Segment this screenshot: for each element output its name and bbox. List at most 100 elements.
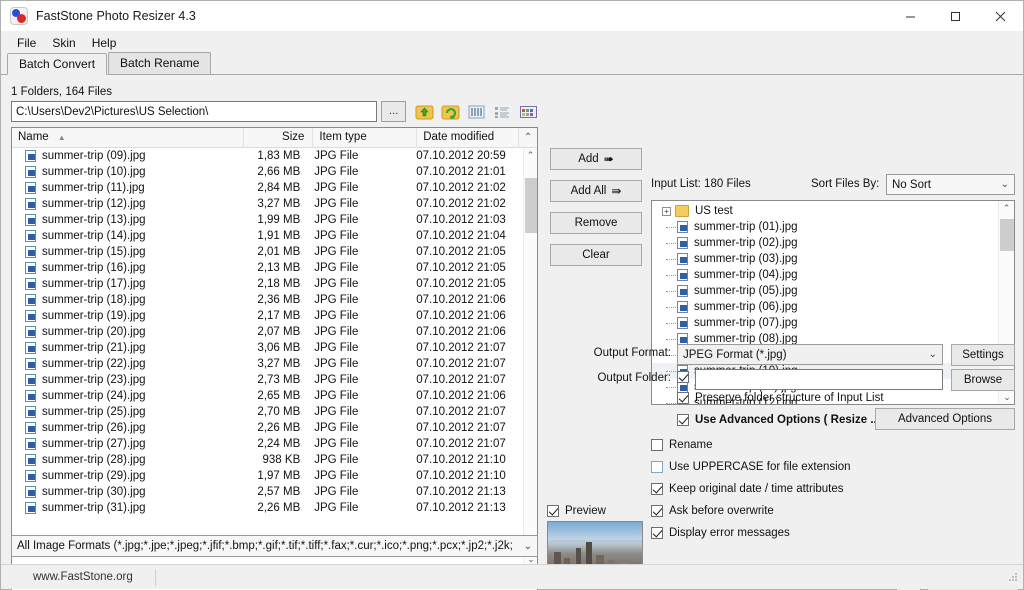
tree-item[interactable]: summer-trip (07).jpg	[652, 315, 998, 331]
preserve-structure-checkbox-row[interactable]: Preserve folder structure of Input List	[677, 392, 884, 404]
table-row[interactable]: summer-trip (11).jpg 2,84 MB JPG File 07.10…	[12, 180, 523, 196]
resize-grip-icon[interactable]	[1007, 571, 1019, 583]
table-row[interactable]: summer-trip (10).jpg 2,66 MB JPG File 07.10…	[12, 164, 523, 180]
folder-path-input[interactable]	[11, 101, 378, 122]
display-errors-checkbox[interactable]	[651, 527, 663, 539]
table-row[interactable]: summer-trip (09).jpg 1,83 MB JPG File 07.10…	[12, 148, 523, 164]
path-row: ...	[11, 101, 538, 122]
tab-batch-convert[interactable]: Batch Convert	[7, 53, 108, 75]
table-row[interactable]: summer-trip (13).jpg 1,99 MB JPG File 07.10…	[12, 212, 523, 228]
uppercase-checkbox-row[interactable]: Use UPPERCASE for file extension	[651, 461, 851, 473]
file-list-body[interactable]: summer-trip (09).jpg 1,83 MB JPG File 07.10…	[12, 148, 523, 566]
tree-expand-icon[interactable]: +	[662, 206, 671, 216]
tree-item[interactable]: summer-trip (06).jpg	[652, 299, 998, 315]
settings-button[interactable]: Settings	[951, 344, 1015, 366]
column-header-item-type[interactable]: Item type	[313, 127, 418, 148]
add-all-button[interactable]: Add All ⇛	[550, 180, 642, 202]
jpg-file-icon	[25, 326, 36, 338]
ask-overwrite-checkbox[interactable]	[651, 505, 663, 517]
menu-file[interactable]: File	[9, 34, 44, 52]
rename-checkbox[interactable]	[651, 439, 663, 451]
preview-checkbox[interactable]	[547, 505, 559, 517]
table-row[interactable]: summer-trip (17).jpg 2,18 MB JPG File 07.10…	[12, 276, 523, 292]
table-row[interactable]: summer-trip (14).jpg 1,91 MB JPG File 07.10…	[12, 228, 523, 244]
advanced-options-button[interactable]: Advanced Options	[875, 408, 1015, 430]
file-list-scroll-thumb[interactable]	[525, 178, 537, 233]
tree-item[interactable]: summer-trip (04).jpg	[652, 267, 998, 283]
tree-scroll-up-icon[interactable]: ⌃	[999, 201, 1014, 215]
output-format-combo[interactable]: JPEG Format (*.jpg) ⌄	[677, 344, 943, 365]
tree-item[interactable]: summer-trip (03).jpg	[652, 251, 998, 267]
column-header-name[interactable]: Name ▲	[12, 127, 244, 148]
table-row[interactable]: summer-trip (25).jpg 2,70 MB JPG File 07.10…	[12, 404, 523, 420]
up-folder-icon[interactable]	[415, 103, 434, 121]
table-row[interactable]: summer-trip (19).jpg 2,17 MB JPG File 07.10…	[12, 308, 523, 324]
close-button[interactable]	[978, 1, 1023, 32]
refresh-folder-icon[interactable]	[441, 103, 460, 121]
file-type-cell: JPG File	[314, 262, 359, 274]
ask-overwrite-checkbox-row[interactable]: Ask before overwrite	[651, 505, 774, 517]
table-row[interactable]: summer-trip (26).jpg 2,26 MB JPG File 07.10…	[12, 420, 523, 436]
table-row[interactable]: summer-trip (23).jpg 2,73 MB JPG File 07.10…	[12, 372, 523, 388]
tree-item[interactable]: summer-trip (02).jpg	[652, 235, 998, 251]
table-row[interactable]: summer-trip (31).jpg 2,26 MB JPG File 07.10…	[12, 500, 523, 516]
file-list-vertical-scrollbar[interactable]: ⌃ ⌄	[523, 148, 537, 566]
rename-checkbox-row[interactable]: Rename	[651, 439, 712, 451]
table-row[interactable]: summer-trip (30).jpg 2,57 MB JPG File 07.10…	[12, 484, 523, 500]
jpg-file-icon	[25, 358, 36, 370]
file-type-filter-combo[interactable]: All Image Formats (*.jpg;*.jpe;*.jpeg;*.…	[11, 535, 538, 557]
status-url[interactable]: www.FastStone.org	[1, 571, 133, 583]
preview-checkbox-row[interactable]: Preview	[547, 505, 643, 517]
browse-folder-button[interactable]: ...	[381, 101, 406, 122]
keep-date-checkbox-row[interactable]: Keep original date / time attributes	[651, 483, 844, 495]
file-type-cell: JPG File	[314, 374, 359, 386]
file-name-label: summer-trip (14).jpg	[42, 230, 146, 242]
use-advanced-options-checkbox[interactable]	[677, 414, 689, 426]
column-header-date-modified[interactable]: Date modified	[417, 127, 520, 148]
table-row[interactable]: summer-trip (12).jpg 3,27 MB JPG File 07.10…	[12, 196, 523, 212]
browse-button[interactable]: Browse	[951, 369, 1015, 391]
table-row[interactable]: summer-trip (28).jpg 938 KB JPG File 07.10.…	[12, 452, 523, 468]
display-errors-checkbox-row[interactable]: Display error messages	[651, 527, 790, 539]
tree-item[interactable]: summer-trip (01).jpg	[652, 219, 998, 235]
minimize-button[interactable]	[888, 1, 933, 32]
use-advanced-options-checkbox-row[interactable]: Use Advanced Options ( Resize ... )	[677, 414, 887, 426]
rename-label: Rename	[669, 439, 713, 451]
file-list-scroll-up-icon[interactable]: ⌃	[524, 148, 537, 162]
chevron-down-icon[interactable]: ⌄	[519, 541, 537, 552]
menu-skin[interactable]: Skin	[44, 34, 83, 52]
table-row[interactable]: summer-trip (27).jpg 2,24 MB JPG File 07.10…	[12, 436, 523, 452]
table-row[interactable]: summer-trip (24).jpg 2,65 MB JPG File 07.10…	[12, 388, 523, 404]
add-button[interactable]: Add ➠	[550, 148, 642, 170]
maximize-button[interactable]	[933, 1, 978, 32]
list-view-icon[interactable]	[467, 103, 486, 121]
table-row[interactable]: summer-trip (15).jpg 2,01 MB JPG File 07.10…	[12, 244, 523, 260]
file-name-cell: summer-trip (29).jpg	[12, 470, 240, 482]
tree-item[interactable]: summer-trip (05).jpg	[652, 283, 998, 299]
tree-scroll-down-icon[interactable]: ⌄	[999, 390, 1014, 404]
tree-scroll-thumb[interactable]	[1000, 219, 1014, 251]
uppercase-checkbox[interactable]	[651, 461, 663, 473]
keep-date-checkbox[interactable]	[651, 483, 663, 495]
table-row[interactable]: summer-trip (29).jpg 1,97 MB JPG File 07.10…	[12, 468, 523, 484]
tab-batch-rename[interactable]: Batch Rename	[108, 52, 212, 74]
sort-files-by-select[interactable]: No Sort ⌄	[886, 174, 1015, 195]
details-view-icon[interactable]	[493, 103, 512, 121]
tree-root-node[interactable]: + US test	[652, 203, 998, 219]
file-type-cell: JPG File	[314, 406, 359, 418]
clear-button[interactable]: Clear	[550, 244, 642, 266]
column-header-chevron-icon[interactable]: ⌃	[519, 132, 537, 143]
tree-connector-line	[666, 322, 676, 324]
remove-button[interactable]: Remove	[550, 212, 642, 234]
preserve-structure-checkbox[interactable]	[677, 392, 689, 404]
table-row[interactable]: summer-trip (21).jpg 3,06 MB JPG File 07.10…	[12, 340, 523, 356]
table-row[interactable]: summer-trip (22).jpg 3,27 MB JPG File 07.10…	[12, 356, 523, 372]
thumbnail-view-icon[interactable]	[519, 103, 538, 121]
column-header-size[interactable]: Size	[244, 127, 314, 148]
table-row[interactable]: summer-trip (16).jpg 2,13 MB JPG File 07.10…	[12, 260, 523, 276]
output-folder-input[interactable]	[695, 369, 943, 390]
table-row[interactable]: summer-trip (18).jpg 2,36 MB JPG File 07.10…	[12, 292, 523, 308]
table-row[interactable]: summer-trip (20).jpg 2,07 MB JPG File 07.10…	[12, 324, 523, 340]
menu-help[interactable]: Help	[84, 34, 125, 52]
output-folder-checkbox[interactable]	[677, 371, 689, 383]
